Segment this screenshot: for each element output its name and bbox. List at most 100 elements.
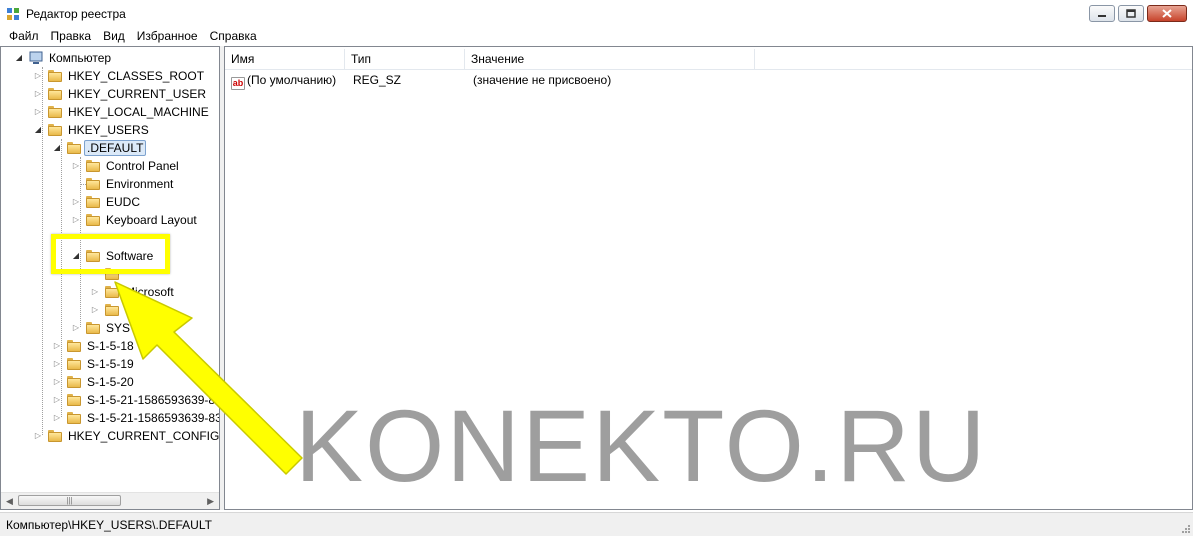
folder-icon	[67, 358, 81, 370]
folder-icon	[86, 214, 100, 226]
maximize-button[interactable]	[1118, 5, 1144, 22]
value-type: REG_SZ	[353, 73, 402, 87]
expand-arrow-icon[interactable]: ▷	[34, 431, 42, 441]
tree-node-label: Keyboard Layout	[106, 213, 197, 227]
column-header-name[interactable]: Имя	[225, 49, 345, 69]
menu-file[interactable]: Файл	[0, 28, 45, 45]
minimize-button[interactable]	[1089, 5, 1115, 22]
collapse-arrow-icon[interactable]: ◢	[53, 143, 61, 153]
tree-node-label: HKEY_USERS	[68, 123, 149, 137]
expand-arrow-icon[interactable]: ▷	[91, 287, 99, 297]
tree-node-s-1-5-19[interactable]: ▷ S-1-5-19	[1, 355, 219, 373]
tree-node-s-1-5-21-b[interactable]: ▷ S-1-5-21-1586593639-835	[1, 409, 219, 427]
expand-arrow-icon[interactable]: ▷	[53, 359, 61, 369]
scroll-right-icon[interactable]: ▶	[207, 496, 214, 507]
tree-node-label: EUDC	[106, 195, 141, 209]
menu-favorites[interactable]: Избранное	[131, 28, 204, 45]
value-name-cell: ab (По умолчанию)	[225, 71, 349, 90]
list-row[interactable]: ab (По умолчанию) REG_SZ (значение не при…	[225, 71, 769, 90]
tree-node-label: Control Panel	[106, 159, 179, 173]
tree-node-label: HKEY_CURRENT_USER	[68, 87, 207, 101]
folder-open-icon	[48, 124, 62, 136]
tree-horizontal-scrollbar[interactable]: ◀ ||| ▶	[1, 492, 219, 509]
folder-icon	[86, 160, 100, 172]
folder-icon	[67, 376, 81, 388]
tree-node-label: SYSTEM	[106, 321, 156, 335]
tree-node-partially-hidden[interactable]: ▷	[1, 301, 219, 319]
folder-icon	[86, 322, 100, 334]
tree-node-microsoft[interactable]: ▷ Microsoft	[1, 283, 219, 301]
title-bar[interactable]: Редактор реестра	[0, 0, 1193, 28]
tree-node-label-selected: .DEFAULT	[84, 140, 147, 156]
status-bar: Компьютер\HKEY_USERS\.DEFAULT	[0, 512, 1193, 536]
tree-node-s-1-5-18[interactable]: ▷ S-1-5-18	[1, 337, 219, 355]
expand-arrow-icon[interactable]: ▷	[53, 413, 61, 423]
folder-icon	[86, 196, 100, 208]
folder-icon	[86, 178, 100, 190]
expand-arrow-icon[interactable]: ▷	[91, 305, 99, 315]
tree-node-label: HKEY_CLASSES_ROOT	[68, 69, 205, 83]
tree-node-hkey-current-user[interactable]: ▷ HKEY_CURRENT_USER	[1, 85, 219, 103]
registry-tree-pane[interactable]: ◢ Компьютер ▷ HKEY_CLASSES_ROOT ▷ HKEY_C…	[0, 46, 220, 510]
expand-arrow-icon[interactable]: ▷	[34, 89, 42, 99]
collapse-arrow-icon[interactable]: ◢	[34, 125, 42, 135]
tree-node-label: S-1-5-21-1586593639-835	[87, 393, 219, 407]
folder-icon	[105, 286, 119, 298]
minimize-icon	[1098, 14, 1106, 17]
computer-icon	[29, 51, 43, 64]
scroll-left-icon[interactable]: ◀	[6, 496, 13, 507]
expand-arrow-icon[interactable]: ▷	[72, 323, 80, 333]
collapse-arrow-icon[interactable]: ◢	[15, 53, 23, 63]
folder-open-icon	[67, 142, 81, 154]
expand-arrow-icon[interactable]: ▷	[72, 215, 80, 225]
resize-grip-icon[interactable]	[1179, 522, 1191, 534]
expand-arrow-icon[interactable]: ▷	[53, 377, 61, 387]
close-icon	[1162, 9, 1172, 18]
expand-arrow-icon[interactable]: ▷	[34, 71, 42, 81]
folder-icon	[67, 340, 81, 352]
tree-node-s-1-5-20[interactable]: ▷ S-1-5-20	[1, 373, 219, 391]
tree-node-control-panel[interactable]: ▷ Control Panel	[1, 157, 219, 175]
folder-icon	[67, 394, 81, 406]
scrollbar-thumb[interactable]: |||	[18, 495, 121, 506]
menu-edit[interactable]: Правка	[45, 28, 98, 45]
value-data: (значение не присвоено)	[473, 73, 612, 87]
close-button[interactable]	[1147, 5, 1187, 22]
tree-node-hkey-local-machine[interactable]: ▷ HKEY_LOCAL_MACHINE	[1, 103, 219, 121]
expand-arrow-icon[interactable]: ▷	[72, 197, 80, 207]
tree-node-eudc[interactable]: ▷ EUDC	[1, 193, 219, 211]
expand-arrow-icon[interactable]: ▷	[72, 161, 80, 171]
watermark-text: KONEKTO.RU	[295, 389, 988, 503]
tree-node-label: Компьютер	[49, 51, 112, 65]
tree-node-default[interactable]: ◢ .DEFAULT	[1, 139, 219, 157]
tree-node-hkey-users[interactable]: ◢ HKEY_USERS	[1, 121, 219, 139]
tree-node-label: S-1-5-19	[87, 357, 134, 371]
column-header-type[interactable]: Тип	[345, 49, 465, 69]
tree-node-s-1-5-21-a[interactable]: ▷ S-1-5-21-1586593639-835	[1, 391, 219, 409]
tree-node-keyboard-layout[interactable]: ▷ Keyboard Layout	[1, 211, 219, 229]
tree-node-label: S-1-5-21-1586593639-835	[87, 411, 219, 425]
tree-node-system[interactable]: ▷ SYSTEM	[1, 319, 219, 337]
tree-node-hkey-classes-root[interactable]: ▷ HKEY_CLASSES_ROOT	[1, 67, 219, 85]
window-title: Редактор реестра	[26, 7, 126, 21]
tree-node-hkey-current-config[interactable]: ▷ HKEY_CURRENT_CONFIG	[1, 427, 219, 445]
status-path: Компьютер\HKEY_USERS\.DEFAULT	[6, 518, 212, 532]
menu-view[interactable]: Вид	[97, 28, 131, 45]
expand-arrow-icon[interactable]: ▷	[34, 107, 42, 117]
window-controls	[1089, 5, 1187, 24]
tree-node-label: S-1-5-20	[87, 375, 134, 389]
tree-node-label: Microsoft	[125, 285, 174, 299]
folder-icon	[48, 70, 62, 82]
expand-arrow-icon[interactable]: ▷	[53, 395, 61, 405]
restore-icon	[1126, 9, 1136, 18]
menu-help[interactable]: Справка	[204, 28, 263, 45]
tree-node-environment[interactable]: Environment	[1, 175, 219, 193]
tree-node-label: Environment	[106, 177, 174, 191]
string-value-icon: ab	[231, 77, 245, 90]
tree-node-computer[interactable]: ◢ Компьютер	[1, 49, 219, 67]
column-header-value[interactable]: Значение	[465, 49, 755, 69]
folder-icon	[67, 412, 81, 424]
folder-icon	[48, 106, 62, 118]
expand-arrow-icon[interactable]: ▷	[53, 341, 61, 351]
registry-editor-window: Редактор реестра Файл Правка Вид Избранн…	[0, 0, 1193, 536]
